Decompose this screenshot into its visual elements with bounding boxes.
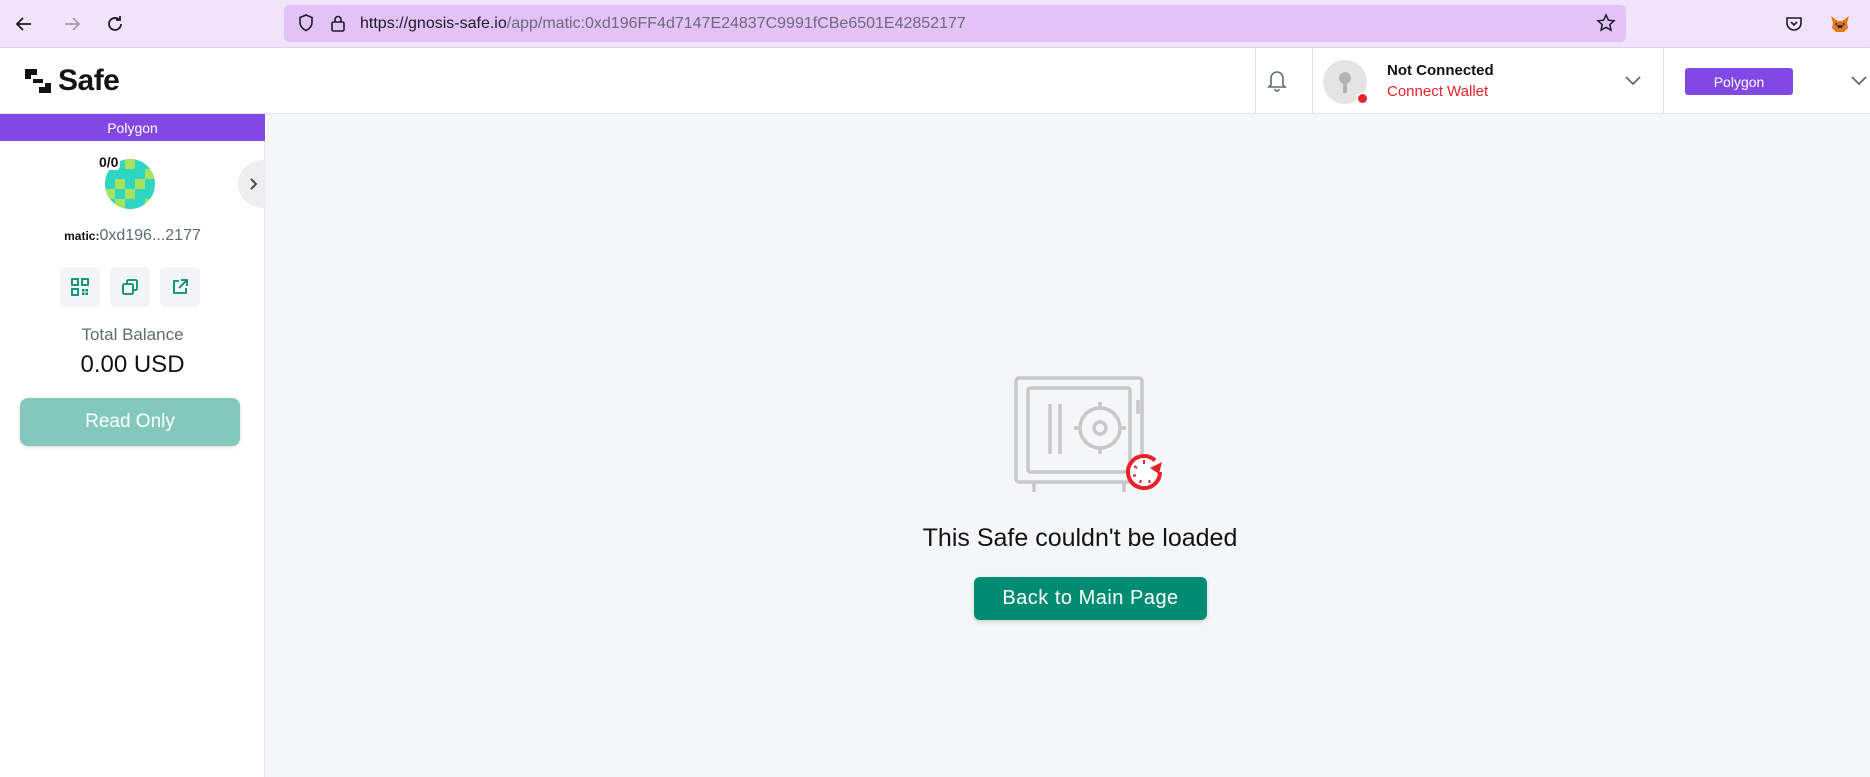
star-icon[interactable] bbox=[1596, 13, 1616, 38]
copy-icon bbox=[122, 279, 138, 295]
network-selector[interactable]: Polygon bbox=[1685, 68, 1793, 95]
balance-label: Total Balance bbox=[81, 325, 184, 344]
read-only-button[interactable]: Read Only bbox=[20, 398, 240, 446]
pocket-icon[interactable] bbox=[1778, 8, 1810, 40]
forward-arrow-icon[interactable] bbox=[56, 8, 88, 40]
metamask-fox-icon[interactable] bbox=[1824, 8, 1856, 40]
network-band: Polygon bbox=[0, 114, 265, 141]
shield-icon[interactable] bbox=[296, 13, 316, 38]
url-host: https://gnosis-safe.io bbox=[360, 15, 507, 32]
header-divider bbox=[1255, 48, 1256, 114]
safe-logo-icon bbox=[25, 69, 51, 93]
chain-prefix: matic: bbox=[64, 229, 100, 243]
address-actions bbox=[60, 267, 200, 307]
url-text: https://gnosis-safe.io/app/matic:0xd196F… bbox=[360, 15, 966, 33]
qr-code-icon bbox=[71, 278, 89, 296]
reload-icon[interactable] bbox=[99, 8, 131, 40]
logo-text: Safe bbox=[58, 64, 120, 97]
safe-address: matic:0xd196...2177 bbox=[0, 227, 265, 245]
copy-address-button[interactable] bbox=[110, 267, 150, 307]
threshold-badge: 0/0 bbox=[97, 154, 121, 170]
address-short: 0xd196...2177 bbox=[99, 227, 201, 244]
chevron-right-icon bbox=[250, 178, 258, 190]
app-header: Safe Not Connected Connect Wallet Polygo… bbox=[0, 48, 1870, 114]
balance-value: 0.00 USD bbox=[80, 351, 185, 378]
url-path: /app/matic:0xd196FF4d7147E24837C9991fCBe… bbox=[506, 15, 966, 32]
browser-toolbar: https://gnosis-safe.io/app/matic:0xd196F… bbox=[0, 0, 1870, 48]
connect-wallet-link[interactable]: Connect Wallet bbox=[1387, 83, 1488, 100]
back-to-main-page-button[interactable]: Back to Main Page bbox=[974, 577, 1207, 620]
safe-logo[interactable]: Safe bbox=[22, 64, 120, 98]
bell-icon[interactable] bbox=[1266, 68, 1288, 97]
wallet-status: Not Connected bbox=[1387, 62, 1494, 79]
qr-code-button[interactable] bbox=[60, 267, 100, 307]
chevron-down-icon[interactable] bbox=[1624, 74, 1642, 92]
lock-icon[interactable] bbox=[328, 13, 348, 38]
open-explorer-button[interactable] bbox=[160, 267, 200, 307]
sidebar: Polygon 0/0 matic:0xd196...2177 Total Ba… bbox=[0, 114, 265, 777]
header-divider bbox=[1312, 48, 1313, 114]
back-arrow-icon[interactable] bbox=[8, 8, 40, 40]
wallet-avatar[interactable] bbox=[1323, 60, 1369, 105]
external-link-icon bbox=[173, 279, 188, 294]
main-content: This Safe couldn't be loaded Back to Mai… bbox=[266, 114, 1870, 777]
chevron-down-icon[interactable] bbox=[1850, 74, 1868, 92]
status-dot bbox=[1356, 92, 1369, 105]
header-divider bbox=[1663, 48, 1664, 114]
safe-error-illustration bbox=[1014, 376, 1174, 505]
error-title: This Safe couldn't be loaded bbox=[922, 524, 1238, 552]
url-bar[interactable]: https://gnosis-safe.io/app/matic:0xd196F… bbox=[284, 5, 1626, 42]
